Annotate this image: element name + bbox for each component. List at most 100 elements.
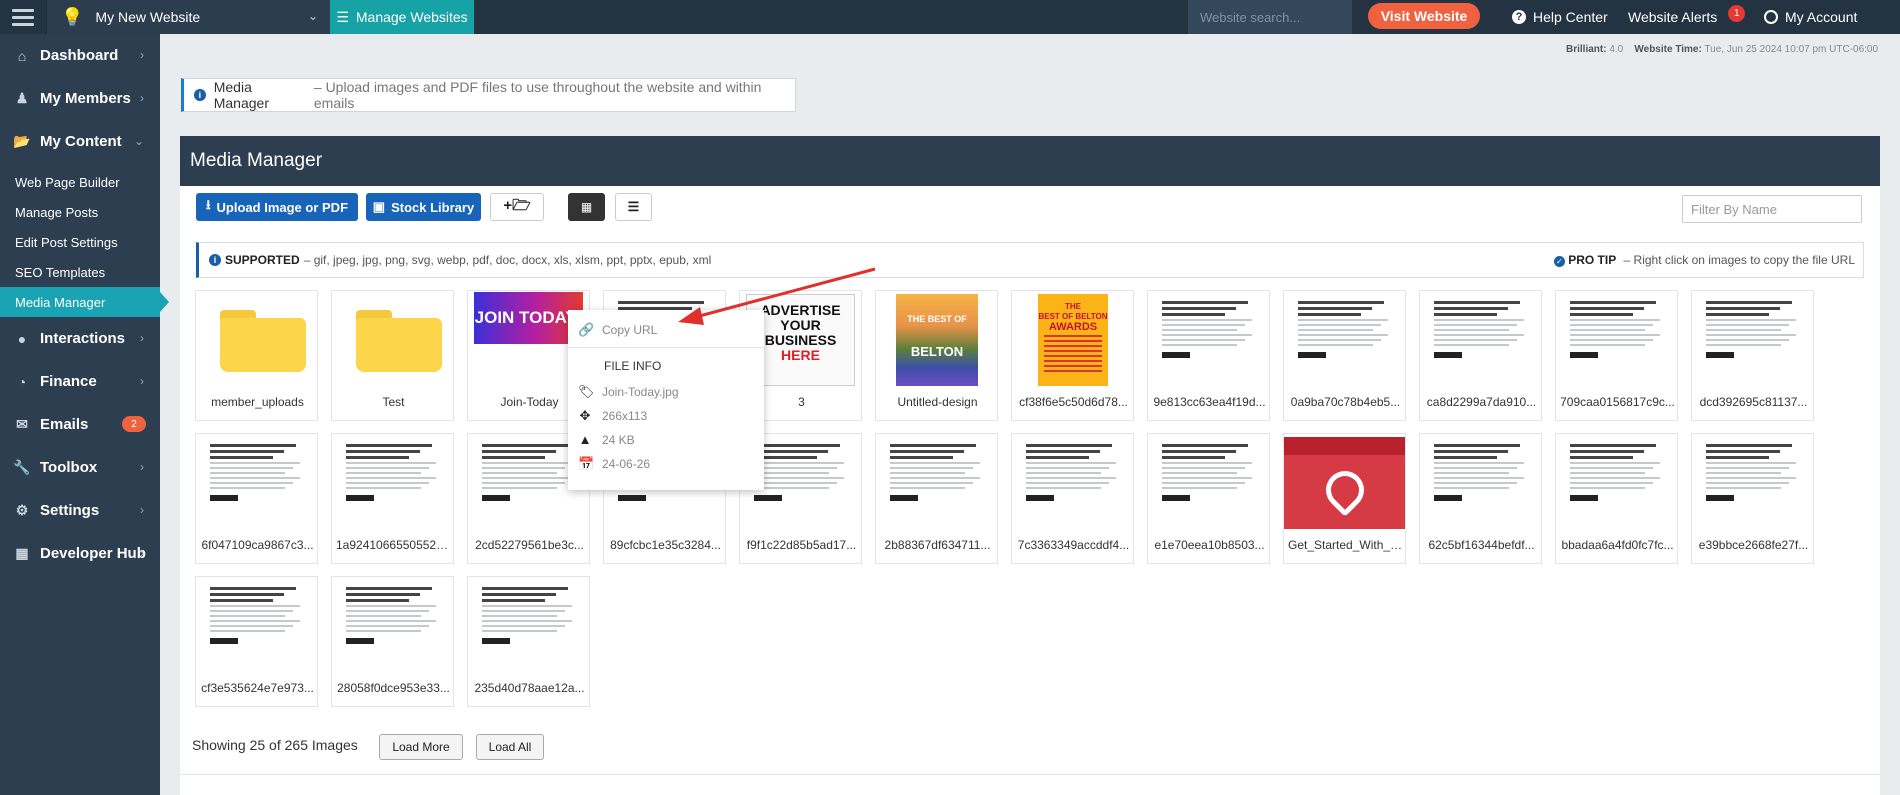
users-icon: ♟ (15, 90, 29, 106)
media-tile-name: 0a9ba70c78b4eb5... (1290, 395, 1401, 409)
sidebar-item-settings[interactable]: ⚙ Settings › (0, 489, 160, 532)
load-more-button[interactable]: Load More (379, 734, 463, 760)
media-tile[interactable]: THE BEST OF BELTON Untitled-design (875, 290, 998, 421)
chevron-right-icon: › (140, 546, 144, 560)
document-thumbnail (1570, 294, 1665, 386)
join-today-thumbnail: JOIN TODAY! (474, 292, 583, 344)
media-tile[interactable]: member_uploads (195, 290, 318, 421)
sidebar-item-label: Finance (40, 373, 97, 390)
media-tile[interactable]: 6f047109ca9867c3... (195, 433, 318, 564)
sidebar-subitem-web-page-builder[interactable]: Web Page Builder (0, 167, 160, 197)
list-view-button[interactable]: ☰ (615, 193, 652, 221)
media-tile[interactable]: e39bbce2668fe27f... (1691, 433, 1814, 564)
stock-library-button[interactable]: ▣ Stock Library (366, 193, 481, 221)
media-tile[interactable]: 709caa0156817c9c... (1555, 290, 1678, 421)
sidebar-subitem-seo-templates[interactable]: SEO Templates (0, 257, 160, 287)
media-tile[interactable]: dcd392695c81137... (1691, 290, 1814, 421)
date-value: 24-06-26 (602, 457, 651, 471)
sidebar-item-interactions[interactable]: ● Interactions › (0, 317, 160, 360)
media-tile-name: 709caa0156817c9c... (1560, 395, 1675, 409)
document-thumbnail (346, 580, 441, 672)
media-tile[interactable]: 2b88367df634711... (875, 433, 998, 564)
media-tile[interactable]: 0a9ba70c78b4eb5... (1283, 290, 1406, 421)
my-account-link[interactable]: My Account (1764, 0, 1857, 34)
media-tile[interactable]: 1a92410665505524... (331, 433, 454, 564)
media-tile-name: 6f047109ca9867c3... (201, 538, 314, 552)
menu-toggle-icon[interactable] (0, 0, 46, 34)
media-tile-name: cf38f6e5c50d6d78... (1019, 395, 1128, 409)
website-search-input[interactable]: Website search... (1188, 0, 1352, 34)
sidebar-subitem-edit-post-settings[interactable]: Edit Post Settings (0, 227, 160, 257)
pdf-icon (1284, 437, 1405, 529)
manage-websites-label: Manage Websites (355, 9, 468, 25)
sidebar-item-label: Toolbox (40, 459, 98, 476)
my-account-label: My Account (1785, 9, 1858, 25)
filter-by-name-input[interactable]: Filter By Name (1682, 195, 1862, 223)
info-icon: i (194, 89, 206, 101)
folder-open-icon: 📂 (13, 133, 31, 149)
media-tile-name: bbadaa6a4fd0fc7fc... (1561, 538, 1674, 552)
sidebar-item-dashboard[interactable]: ⌂ Dashboard › (0, 34, 160, 77)
supported-label: SUPPORTED (225, 253, 300, 267)
media-tile[interactable]: Get_Started_With_S... (1283, 433, 1407, 564)
sidebar-item-my-content[interactable]: 📂 My Content ⌄ (0, 120, 160, 163)
upload-image-button[interactable]: ⭳ Upload Image or PDF (196, 193, 358, 221)
media-tile[interactable]: e1e70eea10b8503... (1147, 433, 1270, 564)
visit-website-button[interactable]: Visit Website (1368, 3, 1480, 29)
sidebar-item-label: Dashboard (40, 47, 119, 64)
alerts-count-badge: 1 (1728, 4, 1746, 22)
brilliant-version: 4.0 (1609, 44, 1624, 55)
media-tile[interactable]: 235d40d78aae12a... (467, 576, 590, 707)
media-tile[interactable]: 62c5bf16344befdf... (1419, 433, 1542, 564)
media-tile-name: 9e813cc63ea4f19d... (1153, 395, 1266, 409)
grid-view-button[interactable]: ▦ (568, 193, 605, 221)
manage-websites-button[interactable]: ☰ Manage Websites (330, 0, 474, 34)
sidebar-subitem-media-manager[interactable]: Media Manager (0, 287, 169, 317)
file-info-heading: FILE INFO (604, 359, 662, 373)
visit-website-label: Visit Website (1380, 8, 1468, 24)
media-tile[interactable]: THE BEST OF BELTON AWARDS cf38f6e5c50d6d78.… (1011, 290, 1134, 421)
new-folder-button[interactable]: +🗁 (490, 193, 544, 221)
media-tile-name: dcd392695c81137... (1699, 395, 1808, 409)
file-info-date: 📅 24-06-26 (578, 456, 650, 472)
showing-count-text: Showing 25 of 265 Images (192, 737, 358, 753)
sidebar-item-my-members[interactable]: ♟ My Members › (0, 77, 160, 120)
website-selector[interactable]: 💡 My New Website ⌄ (46, 0, 330, 34)
grid-icon: ▦ (580, 200, 593, 214)
media-tile[interactable]: bbadaa6a4fd0fc7fc... (1555, 433, 1678, 564)
arrows-icon: ✥ (579, 408, 591, 423)
sidebar-subitem-label: Media Manager (15, 294, 106, 310)
media-tile[interactable]: 28058f0dce953e33... (331, 576, 454, 707)
document-thumbnail (210, 437, 305, 529)
media-tile[interactable]: ca8d2299a7da910... (1419, 290, 1542, 421)
sidebar-item-finance[interactable]: ◔ Finance › (0, 360, 160, 403)
lightbulb-icon: 💡 (61, 6, 84, 27)
info-banner: i Media Manager – Upload images and PDF … (181, 78, 796, 112)
sidebar-item-developer-hub[interactable]: ▦ Developer Hub › (0, 532, 160, 575)
document-thumbnail (1434, 437, 1529, 529)
sidebar-item-toolbox[interactable]: 🔧 Toolbox › (0, 446, 160, 489)
copy-url-menu-item[interactable]: 🔗 Copy URL (578, 322, 657, 338)
media-tile-name: 1a92410665505524... (336, 538, 453, 552)
help-center-link[interactable]: ? Help Center (1512, 0, 1608, 34)
document-thumbnail (1162, 294, 1257, 386)
sidebar-item-label: My Members (40, 90, 131, 107)
folder-icon (338, 294, 447, 386)
panel-title: Media Manager (190, 150, 323, 171)
sidebar-item-label: My Content (40, 133, 122, 150)
document-thumbnail (1706, 437, 1801, 529)
media-tile[interactable]: 7c3363349accddf4... (1011, 433, 1134, 564)
sidebar-subitem-manage-posts[interactable]: Manage Posts (0, 197, 160, 227)
document-thumbnail (482, 580, 577, 672)
document-thumbnail (210, 580, 305, 672)
plus-folder-icon: +🗁 (503, 196, 531, 214)
media-tile[interactable]: 9e813cc63ea4f19d... (1147, 290, 1270, 421)
media-tile[interactable]: cf3e535624e7e973... (195, 576, 318, 707)
website-alerts-link[interactable]: Website Alerts 1 (1628, 0, 1746, 34)
sidebar-item-emails[interactable]: ✉ Emails 2 (0, 403, 160, 446)
media-tile[interactable]: Test (331, 290, 454, 421)
panel-header: Media Manager (180, 136, 1880, 186)
media-tile-name: f9f1c22d85b5ad17... (746, 538, 857, 552)
load-all-button[interactable]: Load All (476, 734, 544, 760)
media-tile-name: 62c5bf16344befdf... (1428, 538, 1535, 552)
